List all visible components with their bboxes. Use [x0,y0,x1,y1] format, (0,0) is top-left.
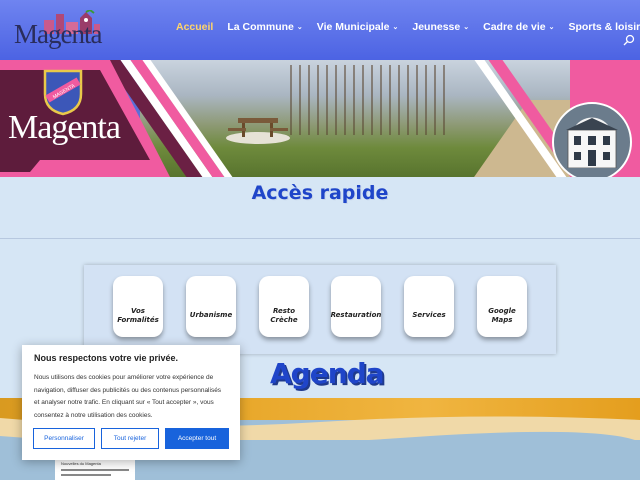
nav-label: Vie Municipale [316,21,390,33]
nav-label: Accueil [176,21,214,33]
tile-label: Services [412,311,446,319]
site-logo[interactable]: Magenta [14,8,134,52]
tile-label: Urbanisme [189,311,233,319]
section-title-acces-rapide: Accès rapide [251,182,389,204]
tile-label: Restauration [330,311,382,319]
nav-item-accueil[interactable]: Accueil [176,21,213,33]
poster-line [61,474,111,476]
nav-item-sports-loisirs[interactable]: Sports & loisirs⌄ [568,21,640,33]
nav-label: Jeunesse [412,21,461,33]
cookie-title: Nous respectons votre vie privée. [34,353,179,363]
crest-panel: MAGENTA Magenta [0,60,210,177]
site-header: Magenta Accueil La Commune ⌄ Vie Municipa… [0,0,640,60]
tile-label: Resto Crèche [270,306,298,324]
chevron-down-icon: ⌄ [548,24,555,31]
cookie-consent-dialog: Nous respectons votre vie privée. Nous u… [22,345,240,460]
quick-tile-restauration[interactable]: Restauration [331,276,381,337]
nav-item-jeunesse[interactable]: Jeunesse ⌄ [412,21,469,33]
quick-access-panel: Vos Formalités Urbanisme Resto Crèche Re… [84,265,556,354]
quick-tile-services[interactable]: Services [404,276,454,337]
chevron-down-icon: ⌄ [392,24,399,31]
section-divider [0,238,640,239]
cookie-reject-button[interactable]: Tout rejeter [101,428,159,449]
cookie-buttons: Personnaliser Tout rejeter Accepter tout [33,428,229,449]
quick-tile-resto-creche[interactable]: Resto Crèche [259,276,309,337]
agenda-poster[interactable]: Nouvelles du Magenta [55,458,135,480]
main-nav: Accueil La Commune ⌄ Vie Municipale ⌄ Jeun… [176,21,640,33]
tile-label: Vos Formalités [117,306,159,324]
chevron-down-icon: ⌄ [296,24,303,31]
nav-item-cadre-de-vie[interactable]: Cadre de vie ⌄ [483,21,554,33]
crest-text: Magenta [8,109,121,146]
nav-item-la-commune[interactable]: La Commune ⌄ [227,21,302,33]
town-hall-photo [552,102,632,177]
search-icon[interactable] [623,34,635,46]
picnic-table-icon [226,118,290,144]
cookie-customize-button[interactable]: Personnaliser [33,428,95,449]
nav-label: Cadre de vie [483,21,546,33]
nav-label: La Commune [227,21,294,33]
quick-tile-google-maps[interactable]: Google Maps [477,276,527,337]
banner-trees [290,65,450,135]
cookie-accept-button[interactable]: Accepter tout [165,428,229,449]
section-title-agenda: Agenda [270,357,385,390]
chevron-down-icon: ⌄ [463,24,470,31]
hero-banner: MAGENTA Magenta [0,60,640,177]
poster-line [61,469,129,471]
quick-tile-vos-formalites[interactable]: Vos Formalités [113,276,163,337]
cookie-text: Nous utilisons des cookies pour améliore… [34,374,222,419]
nav-item-vie-municipale[interactable]: Vie Municipale ⌄ [317,21,399,33]
tile-label: Google Maps [488,306,516,324]
nav-label: Sports & loisirs [568,21,640,33]
logo-text: Magenta [14,19,102,49]
quick-tile-urbanisme[interactable]: Urbanisme [186,276,236,337]
town-hall-icon [566,118,618,168]
